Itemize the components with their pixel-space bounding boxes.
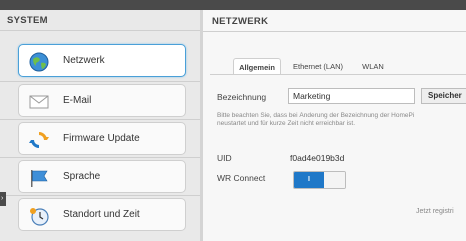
tab-wlan[interactable]: WLAN [357,58,389,75]
sidebar-item-label: Standort und Zeit [63,209,140,220]
sidebar-item-email[interactable]: E-Mail [18,84,186,117]
sidebar-divider [0,195,200,196]
sidebar-item-netzwerk[interactable]: Netzwerk [18,44,186,77]
sidebar-divider [0,81,200,82]
title-divider [203,31,466,32]
sidebar-item-sprache[interactable]: Sprache [18,160,186,193]
register-link[interactable]: Jetzt registri [416,208,454,215]
sidebar-item-label: Sprache [63,171,101,182]
sidebar-item-firmware-update[interactable]: Firmware Update [18,122,186,155]
sidebar-item-label: Firmware Update [63,133,140,144]
toggle-off-segment [324,172,345,188]
uid-label: UID [217,153,232,163]
flag-icon [31,170,48,187]
hint-line: neustartet und für kurze Zeit nicht erre… [217,120,356,127]
bezeichnung-input[interactable]: Marketing [288,88,415,104]
clock-icon [30,208,49,226]
sidebar-title-divider [0,30,200,31]
tab-underline [210,74,466,75]
sidebar-item-label: E-Mail [63,95,92,106]
wr-connect-toggle[interactable]: I [293,171,346,189]
sidebar-item-label: Netzwerk [63,55,105,66]
envelope-icon [29,95,49,109]
sidebar-divider [0,119,200,120]
tab-allgemein[interactable]: Allgemein [233,58,281,75]
globe-icon [29,52,49,72]
top-bar [0,0,466,10]
uid-value: f0ad4e019b3d [290,153,345,163]
page-title: NETZWERK [212,16,269,27]
bezeichnung-label: Bezeichnung [217,92,267,102]
refresh-icon [29,132,49,148]
save-button[interactable]: Speicher [421,88,466,104]
toggle-on-segment: I [294,172,324,188]
hint-text: Bitte beachten Sie, dass bei Änderung de… [217,112,466,128]
sidebar-title: SYSTEM [7,15,48,26]
sidebar-divider [0,157,200,158]
sidebar-collapse-handle[interactable]: › [0,192,6,206]
hint-line: Bitte beachten Sie, dass bei Änderung de… [217,112,415,119]
sidebar-item-standort-und-zeit[interactable]: Standort und Zeit [18,198,186,231]
chevron-right-icon: › [1,195,4,202]
tab-ethernet-lan[interactable]: Ethernet (LAN) [287,58,349,75]
wr-connect-label: WR Connect [217,173,266,183]
